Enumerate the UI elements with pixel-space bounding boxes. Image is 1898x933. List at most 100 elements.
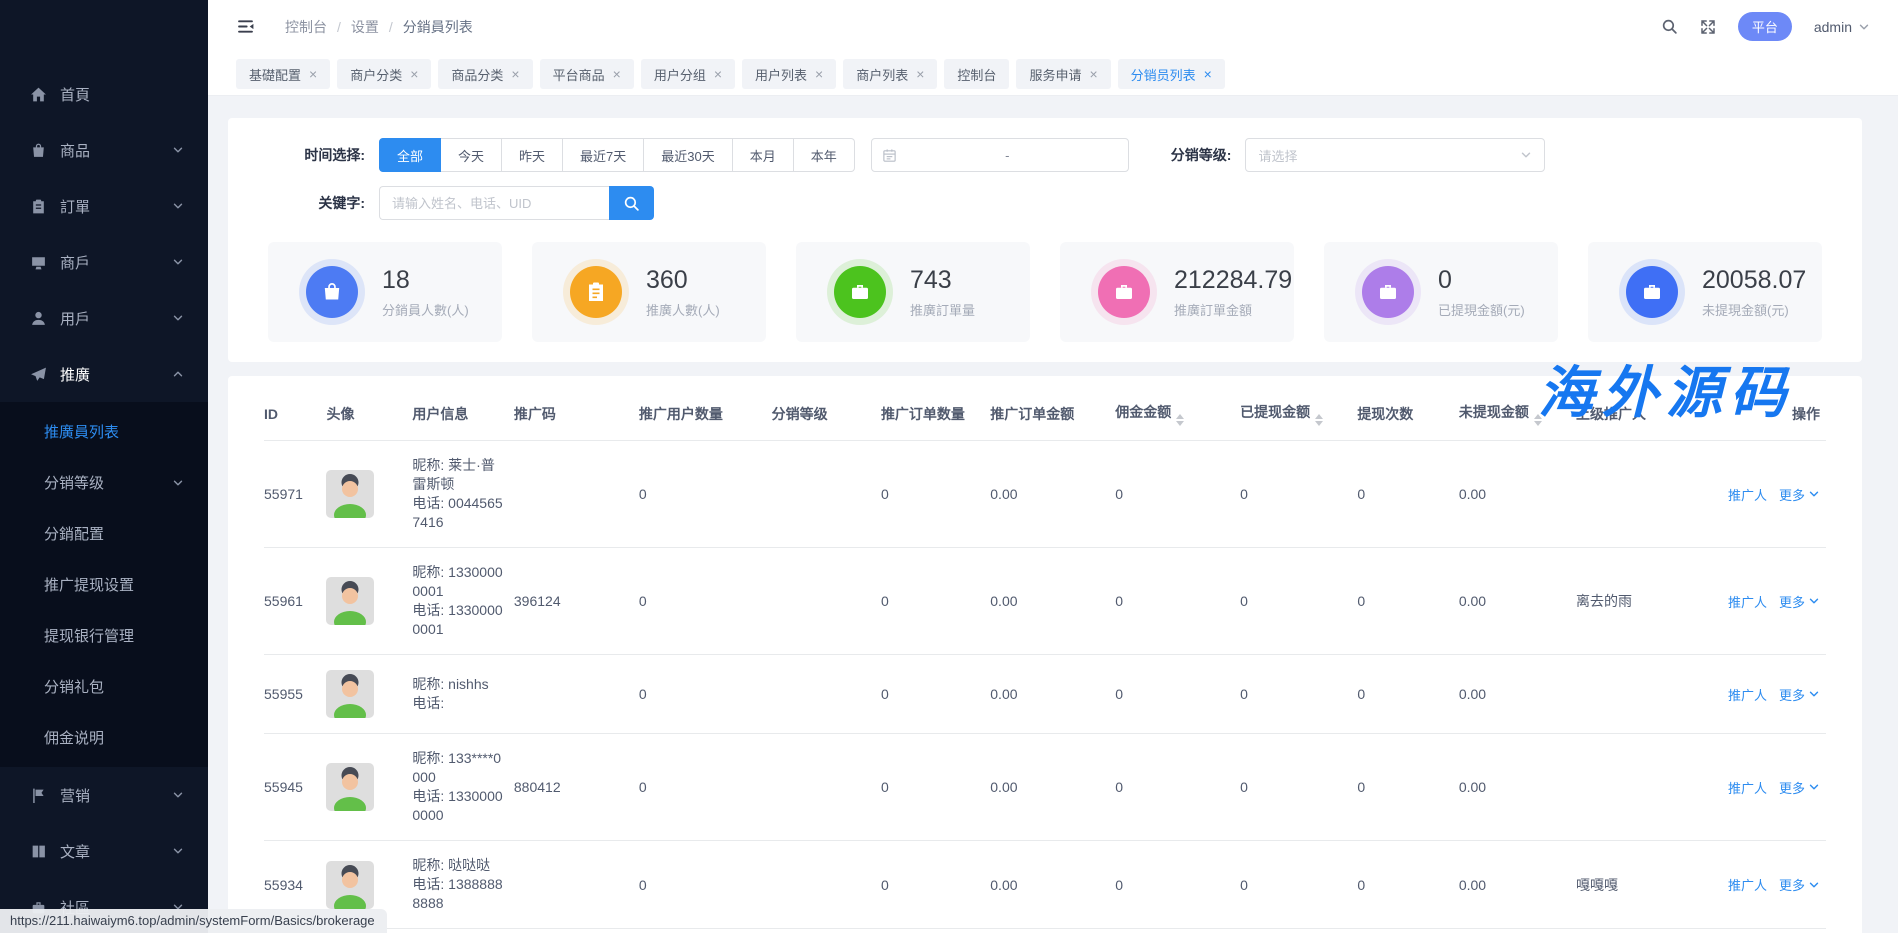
cell-level [772,929,881,933]
user-phone: 电话: 13888888888 [412,875,508,913]
more-link[interactable]: 更多 [1779,875,1820,894]
column-header: 操作 [1724,382,1826,441]
stat-value: 20058.07 [1702,266,1806,295]
user-menu[interactable]: admin [1814,19,1870,35]
fullscreen-icon[interactable] [1700,19,1716,35]
time-option-button[interactable]: 今天 [441,138,502,172]
search-button[interactable] [609,186,654,220]
promoter-link[interactable]: 推广人 [1728,488,1767,503]
table-header-row: ID头像用户信息推广码推广用户数量分销等级推广订单数量推广订单金额佣金金额已提现… [264,382,1826,441]
sidebar-item-home[interactable]: 首頁 [0,66,208,122]
keyword-input[interactable] [379,186,609,220]
close-icon[interactable]: × [511,67,519,81]
column-header: 上级推广人 [1576,382,1724,441]
sidebar-subitem-withdraw-banks[interactable]: 提现银行管理 [0,610,208,661]
sidebar-subitem-distribution-gift[interactable]: 分销礼包 [0,661,208,712]
sidebar-item-articles[interactable]: 文章 [0,823,208,879]
stat-card: 0已提現金額(元) [1324,242,1558,342]
close-icon[interactable]: × [916,67,924,81]
breadcrumb-item[interactable]: 分銷員列表 [403,17,473,37]
sidebar-item-marketing[interactable]: 营销 [0,767,208,823]
tab-label: 商品分类 [451,65,503,84]
cell-promo-amount: 0.00 [990,548,1115,655]
platform-badge[interactable]: 平台 [1738,12,1792,41]
cell-unwithdrawn: 0.00 [1459,929,1576,933]
tab-service-apply[interactable]: 服务申请× [1016,59,1110,89]
more-link[interactable]: 更多 [1779,685,1820,704]
tab-goods-category[interactable]: 商品分类 × [438,59,532,89]
sidebar-item-orders[interactable]: 訂單 [0,178,208,234]
promoter-link[interactable]: 推广人 [1728,595,1767,610]
promoter-link[interactable]: 推广人 [1728,878,1767,893]
tab-platform-goods[interactable]: 平台商品× [540,59,634,89]
tab-basic-config[interactable]: 基礎配置× [236,59,330,89]
sidebar-subitem-promoter-list[interactable]: 推廣員列表 [0,406,208,457]
time-option-button[interactable]: 本年 [794,138,855,172]
sidebar-item-goods[interactable]: 商品 [0,122,208,178]
date-range-input[interactable]: - [871,138,1129,172]
sidebar-subitem-distribution-level[interactable]: 分销等级 [0,457,208,508]
column-header: 推广订单数量 [881,382,990,441]
sidebar-item-merchants[interactable]: 商戶 [0,234,208,290]
sidebar-item-label: 商品 [60,140,172,161]
time-option-button[interactable]: 全部 [379,138,441,172]
close-icon[interactable]: × [309,67,317,81]
more-link[interactable]: 更多 [1779,592,1820,611]
tab-console[interactable]: 控制台 [944,59,1009,89]
column-label: ID [264,406,278,422]
time-option-button[interactable]: 最近30天 [644,138,732,172]
sort-icon[interactable] [1176,414,1184,426]
promoter-link[interactable]: 推广人 [1728,688,1767,703]
close-icon[interactable]: × [714,67,722,81]
sidebar-item-users[interactable]: 用戶 [0,290,208,346]
table-row: 55961昵称: 13300000001电话: 1330000000139612… [264,548,1826,655]
sidebar-subitem-distribution-config[interactable]: 分銷配置 [0,508,208,559]
search-icon[interactable] [1661,18,1678,35]
sidebar-item-promotion[interactable]: 推廣 [0,346,208,402]
user-nickname: 昵称: 莱士·普雷斯顿 [412,456,508,494]
user-nickname: 昵称: 哒哒哒 [412,856,508,875]
time-option-button[interactable]: 昨天 [502,138,563,172]
sort-icon[interactable] [1315,414,1323,426]
sidebar-item-label: 文章 [60,841,172,862]
close-icon[interactable]: × [1204,67,1212,81]
cell-user-info: 昵称: nishhs电话: [412,655,514,734]
close-icon[interactable]: × [613,67,621,81]
close-icon[interactable]: × [410,67,418,81]
sort-icon[interactable] [1534,414,1542,426]
more-link[interactable]: 更多 [1779,485,1820,504]
breadcrumb: 控制台/设置/分銷員列表 [285,17,473,37]
tab-distributor-list[interactable]: 分销员列表 × [1118,59,1225,89]
tab-merchant-category[interactable]: 商户分类× [337,59,431,89]
cell-promo-orders: 0 [881,655,990,734]
sidebar-subitem-label: 提现银行管理 [44,625,184,646]
stat-label: 推廣人數(人) [646,300,720,319]
time-option-button[interactable]: 本月 [733,138,794,172]
level-select[interactable]: 请选择 [1245,138,1545,172]
promoter-link[interactable]: 推广人 [1728,781,1767,796]
tab-merchant-list[interactable]: 商户列表× [843,59,937,89]
column-label: 推广码 [514,406,556,422]
cell-withdraw-count: 0 [1357,734,1459,841]
more-link[interactable]: 更多 [1779,778,1820,797]
column-label: 分销等级 [772,406,828,422]
close-icon[interactable]: × [1089,67,1097,81]
sidebar-subitem-withdraw-settings[interactable]: 推广提现设置 [0,559,208,610]
breadcrumb-item[interactable]: 控制台 [285,17,327,37]
time-range-group: 全部今天昨天最近7天最近30天本月本年 [379,138,855,172]
close-icon[interactable]: × [815,67,823,81]
cell-id: 55971 [264,441,326,548]
tab-user-group[interactable]: 用户分组× [641,59,735,89]
column-header: 提现次数 [1357,382,1459,441]
breadcrumb-item[interactable]: 设置 [351,17,379,37]
cell-promo-users: 0 [639,734,772,841]
stat-info: 0已提現金額(元) [1438,266,1525,319]
menu-collapse-icon[interactable] [236,17,255,36]
tab-label: 分销员列表 [1131,65,1196,84]
user-icon [30,310,47,327]
tab-label: 用户列表 [755,65,807,84]
tab-user-list[interactable]: 用户列表 × [742,59,836,89]
sidebar-subitem-commission-info[interactable]: 佣金说明 [0,712,208,763]
column-header: 推广码 [514,382,639,441]
time-option-button[interactable]: 最近7天 [563,138,644,172]
